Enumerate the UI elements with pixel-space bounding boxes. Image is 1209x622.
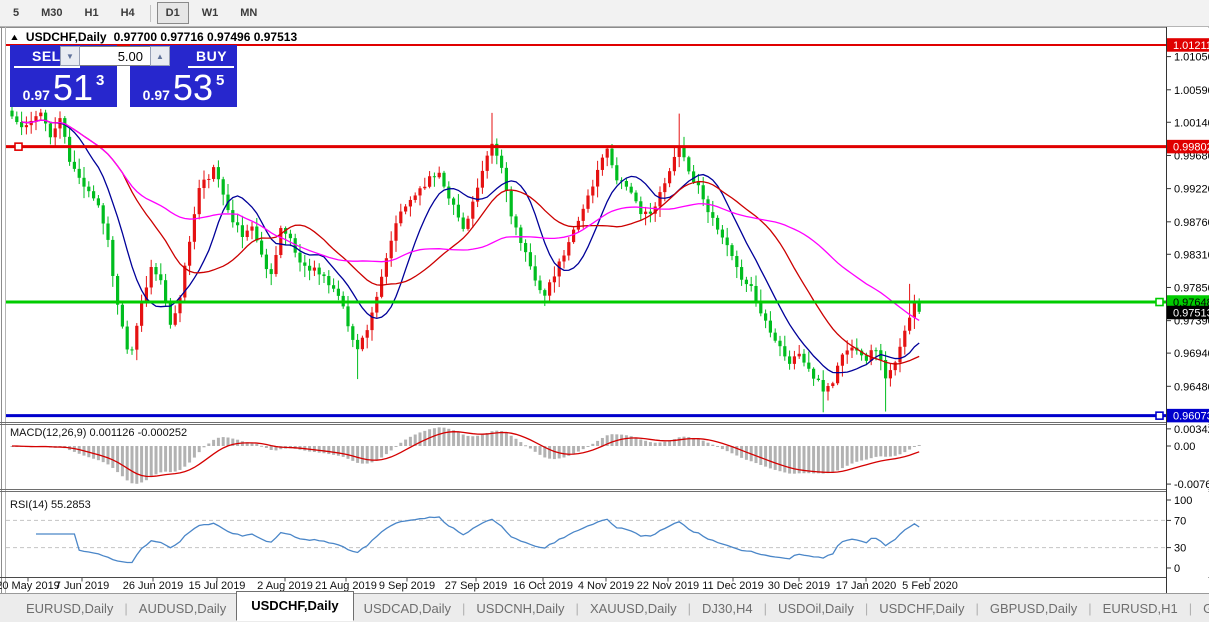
chart-tab-eurusd-h1[interactable]: EURUSD,H1: [1093, 597, 1188, 620]
sell-price-prefix: 0.97: [22, 87, 50, 103]
svg-text:100: 100: [1174, 495, 1192, 507]
ma-24-line: [21, 119, 920, 365]
price-label-0.99802: 0.99802: [1167, 139, 1209, 154]
svg-text:0.97850: 0.97850: [1174, 282, 1209, 294]
svg-text:0.96940: 0.96940: [1174, 348, 1209, 360]
volume-spinner: ▼ ▲: [60, 46, 170, 66]
svg-text:0: 0: [1174, 563, 1180, 575]
sell-price-pip: 3: [95, 72, 105, 89]
hline-0.99802[interactable]: [6, 142, 1166, 151]
svg-text:22 Nov 2019: 22 Nov 2019: [637, 580, 699, 592]
price-label-0.96073: 0.96073: [1167, 408, 1209, 423]
tab-separator: |: [687, 600, 692, 616]
svg-text:0.99802: 0.99802: [1173, 142, 1209, 154]
chart-tab-gbpusd-daily[interactable]: GBPUSD,Daily: [980, 597, 1087, 620]
svg-text:0.96480: 0.96480: [1174, 381, 1209, 393]
svg-text:27 Sep 2019: 27 Sep 2019: [445, 580, 507, 592]
svg-text:0.98760: 0.98760: [1174, 217, 1209, 229]
svg-text:20 May 2019: 20 May 2019: [0, 580, 60, 592]
buy-button[interactable]: BUY: [196, 48, 227, 64]
tab-separator: |: [462, 600, 466, 616]
chart-tab-usdchf-daily[interactable]: USDCHF,Daily: [869, 597, 974, 620]
svg-text:11 Dec 2019: 11 Dec 2019: [702, 580, 764, 592]
tab-separator: |: [1188, 600, 1193, 616]
tab-separator: |: [763, 600, 767, 616]
tab-separator: |: [124, 600, 128, 616]
hline-0.96073[interactable]: [6, 411, 1166, 420]
chart-tab-usdchf-daily[interactable]: USDCHF,Daily: [236, 591, 354, 621]
svg-text:1.01211: 1.01211: [1173, 40, 1209, 52]
svg-text:0.96073: 0.96073: [1173, 411, 1209, 423]
svg-text:1.01050: 1.01050: [1174, 52, 1209, 64]
svg-text:0.00: 0.00: [1174, 441, 1195, 453]
chart-tab-usdoil-daily[interactable]: USDOil,Daily: [768, 597, 864, 620]
buy-price-main: 53: [172, 67, 213, 108]
svg-text:1.00140: 1.00140: [1174, 117, 1209, 129]
price-axis[interactable]: 1.010501.005901.001400.996800.992200.987…: [1166, 27, 1209, 593]
ma-48-line: [21, 119, 920, 322]
price-label-0.97513: 0.97513: [1167, 305, 1209, 320]
buy-price: 0.97 53 5: [130, 67, 237, 108]
candles-layer: [10, 107, 921, 413]
tab-separator: |: [1088, 600, 1092, 616]
macd-label: MACD(12,26,9) 0.001126 -0.000252: [10, 427, 187, 439]
volume-increase-button[interactable]: ▲: [150, 46, 170, 66]
volume-decrease-button[interactable]: ▼: [60, 46, 80, 66]
svg-text:9 Sep 2019: 9 Sep 2019: [379, 580, 435, 592]
chart-tab-gbpaud-h1[interactable]: GBPAUD,H1: [1193, 597, 1209, 620]
ma-10-line: [21, 119, 920, 374]
chart-tab-dj30-h4[interactable]: DJ30,H4: [692, 597, 763, 620]
buy-price-pip: 5: [215, 72, 225, 89]
svg-text:5 Feb 2020: 5 Feb 2020: [902, 580, 958, 592]
svg-text:30 Dec 2019: 30 Dec 2019: [768, 580, 830, 592]
sell-price: 0.97 51 3: [10, 67, 117, 108]
svg-text:0.003428: 0.003428: [1174, 424, 1209, 436]
macd-pane: MACD(12,26,9) 0.001126 -0.000252: [10, 427, 921, 484]
chart-tabs-bar: EURUSD,Daily | AUDUSD,Daily USDCHF,Daily USD…: [0, 591, 1209, 622]
svg-text:17 Jan 2020: 17 Jan 2020: [836, 580, 897, 592]
tab-separator: |: [975, 600, 979, 616]
svg-text:0.97513: 0.97513: [1173, 308, 1209, 320]
svg-text:4 Nov 2019: 4 Nov 2019: [578, 580, 634, 592]
trading-platform-window: 5 M30 H1 H4 D1 W1 MN MACD(12,26,9) 0.001126 -0…: [0, 0, 1209, 622]
one-click-trade-panel: SELL 0.97 51 3 BUY 0.97 53 5 ▼ ▲: [10, 45, 238, 107]
price-label-1.01211: 1.01211: [1167, 38, 1209, 52]
chart-symbol-title: USDCHF,Daily: [25, 30, 107, 44]
tab-separator: |: [864, 600, 869, 616]
time-axis[interactable]: 20 May 20197 Jun 2019 26 Jun 2019 15 Jul 2…: [0, 577, 958, 593]
rsi-pane: RSI(14) 55.2853: [6, 499, 1166, 564]
svg-text:7 Jun 2019: 7 Jun 2019: [55, 580, 109, 592]
svg-text:1.00590: 1.00590: [1174, 85, 1209, 97]
chart-title-bar: ▲ USDCHF,Daily 0.97700 0.97716 0.97496 0…: [9, 30, 298, 44]
svg-text:0.99220: 0.99220: [1174, 184, 1209, 196]
volume-input[interactable]: [80, 46, 150, 66]
chart-tab-usdcad-daily[interactable]: USDCAD,Daily: [354, 597, 461, 620]
buy-price-prefix: 0.97: [142, 87, 170, 103]
chart-tab-usdcnh-daily[interactable]: USDCNH,Daily: [466, 597, 574, 620]
chart-tab-xauusd-daily[interactable]: XAUUSD,Daily: [580, 597, 687, 620]
sell-price-main: 51: [52, 67, 93, 108]
svg-text:70: 70: [1174, 515, 1186, 527]
rsi-label: RSI(14) 55.2853: [10, 499, 91, 511]
svg-text:0.98310: 0.98310: [1174, 249, 1209, 261]
rsi-line: [36, 516, 920, 564]
svg-text:16 Oct 2019: 16 Oct 2019: [513, 580, 573, 592]
svg-text:26 Jun 2019: 26 Jun 2019: [123, 580, 184, 592]
tab-separator: |: [575, 600, 579, 616]
chart-ohlc-values: 0.97700 0.97716 0.97496 0.97513: [113, 30, 298, 44]
svg-text:30: 30: [1174, 543, 1186, 555]
chart-tab-audusd-daily[interactable]: AUDUSD,Daily: [129, 597, 236, 620]
svg-text:-0.007615: -0.007615: [1174, 479, 1209, 491]
chart-tab-eurusd-daily[interactable]: EURUSD,Daily: [16, 597, 123, 620]
chart-arrow-icon: ▲: [9, 31, 20, 42]
